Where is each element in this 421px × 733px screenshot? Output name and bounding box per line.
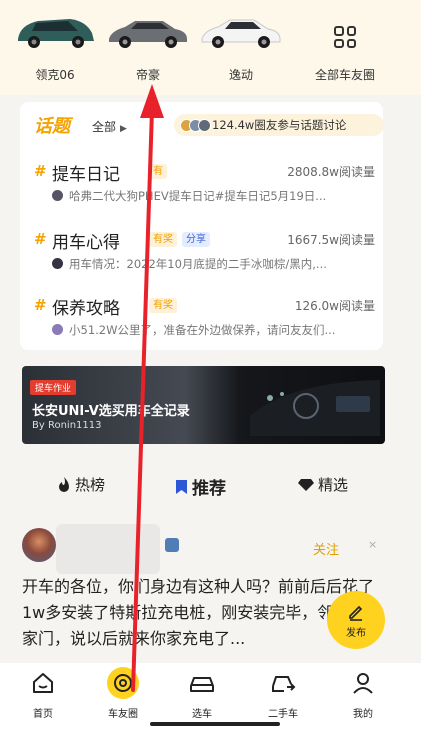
topic-title: 用车心得 — [52, 233, 120, 253]
tab-label: 热榜 — [75, 476, 106, 494]
tab-hot[interactable]: 热榜 — [57, 474, 105, 495]
home-icon — [13, 669, 73, 697]
reward-tag: 有奖 — [149, 298, 177, 313]
tab-label: 精选 — [318, 476, 349, 494]
nav-label: 我的 — [353, 709, 373, 720]
banner-title: 长安UNI-V选买用车全记录 — [32, 404, 190, 419]
dashboard-image — [250, 380, 380, 436]
topics-header: 话题 全部 ▶ 124.4w圈友参与话题讨论 — [20, 102, 384, 146]
topic-preview: 小51.2W公里了，准备在外边做保养，请问友友们... — [52, 322, 372, 338]
avatar[interactable] — [22, 528, 56, 562]
caret-right-icon: ▶ — [120, 124, 127, 134]
car-label: 逸动 — [228, 68, 253, 82]
grid-icon — [300, 8, 390, 54]
participant-avatars — [180, 118, 211, 132]
bookmark-icon — [176, 479, 187, 494]
steering-wheel-icon — [107, 667, 139, 699]
hashtag-icon: # — [34, 296, 47, 314]
topic-title: 提车日记 — [52, 165, 120, 185]
participants-pill[interactable]: 124.4w圈友参与话题讨论 — [174, 114, 384, 136]
home-indicator — [150, 722, 280, 726]
nav-used-car[interactable]: 二手车 — [253, 669, 313, 720]
topic-preview: 哈弗二代大狗PHEV提车日记#提车日记5月19日... — [52, 188, 372, 204]
hashtag-icon: # — [34, 230, 47, 248]
nav-home[interactable]: 首页 — [13, 669, 73, 720]
profile-icon — [333, 669, 393, 697]
topic-reads: 2808.8w阅读量 — [287, 165, 375, 179]
hashtag-icon: # — [34, 162, 47, 180]
car-green-suv-icon — [10, 8, 100, 54]
user-avatar-icon — [52, 324, 63, 335]
car-circle-emgrand[interactable]: 帝豪 — [103, 8, 193, 83]
share-tag: 分享 — [182, 232, 210, 247]
blurred-username — [56, 524, 160, 574]
topics-filter-dropdown[interactable]: 全部 ▶ — [92, 118, 127, 135]
car-gray-sedan-icon — [103, 8, 193, 54]
car-label: 领克06 — [35, 68, 75, 82]
user-badge-icon — [165, 538, 179, 552]
topic-preview: 用车情况：2022年10月底提的二手冰咖棕/黑内,... — [52, 256, 372, 272]
user-avatar-icon — [52, 258, 63, 269]
topic-title: 保养攻略 — [52, 299, 120, 319]
nav-car-circle[interactable]: 车友圈 — [93, 667, 153, 720]
banner-tag: 提车作业 — [30, 380, 77, 395]
close-icon[interactable]: × — [368, 538, 377, 551]
reward-tag: 有奖 — [149, 232, 177, 247]
user-avatar-icon — [52, 190, 63, 201]
diamond-icon — [298, 478, 314, 491]
participants-text: 124.4w圈友参与话题讨论 — [212, 118, 347, 132]
topics-card: 话题 全部 ▶ 124.4w圈友参与话题讨论 # 提车日记 有 2808.8w阅读… — [20, 102, 384, 350]
used-car-icon — [253, 669, 313, 697]
nav-label: 选车 — [192, 709, 212, 720]
topic-reads: 126.0w阅读量 — [294, 299, 375, 313]
reward-tag: 有 — [149, 164, 167, 179]
publish-label: 发布 — [346, 627, 366, 639]
nav-label: 首页 — [33, 709, 53, 720]
promo-banner[interactable]: 提车作业 长安UNI-V选买用车全记录 By Ronin1113 — [22, 366, 385, 444]
topics-filter-label: 全部 — [92, 120, 117, 134]
car-circle-lynk-06[interactable]: 领克06 — [10, 8, 100, 83]
publish-button[interactable]: 发布 — [327, 591, 385, 649]
flame-icon — [59, 476, 69, 492]
car-white-sedan-icon — [196, 8, 286, 54]
tab-featured[interactable]: 精选 — [298, 474, 348, 495]
nav-profile[interactable]: 我的 — [333, 669, 393, 720]
car-label: 帝豪 — [135, 68, 160, 82]
pencil-icon — [349, 605, 363, 621]
follow-button[interactable]: 关注 — [313, 539, 339, 558]
car-icon — [172, 669, 232, 697]
topic-reads: 1667.5w阅读量 — [287, 233, 375, 247]
car-circle-strip: 领克06 帝豪 逸动 全部车友圈 — [0, 0, 421, 95]
topics-logo: 话题 — [34, 116, 70, 137]
banner-byline: By Ronin1113 — [32, 420, 102, 431]
nav-choose-car[interactable]: 选车 — [172, 669, 232, 720]
tab-label: 推荐 — [192, 479, 226, 499]
tab-recommend[interactable]: 推荐 — [175, 474, 226, 499]
feed-tabs: 热榜 推荐 精选 — [0, 466, 421, 506]
car-circle-eado[interactable]: 逸动 — [196, 8, 286, 83]
nav-label: 二手车 — [268, 709, 298, 720]
nav-label: 车友圈 — [108, 709, 138, 720]
car-label: 全部车友圈 — [314, 68, 375, 82]
all-car-circles-button[interactable]: 全部车友圈 — [300, 8, 390, 83]
